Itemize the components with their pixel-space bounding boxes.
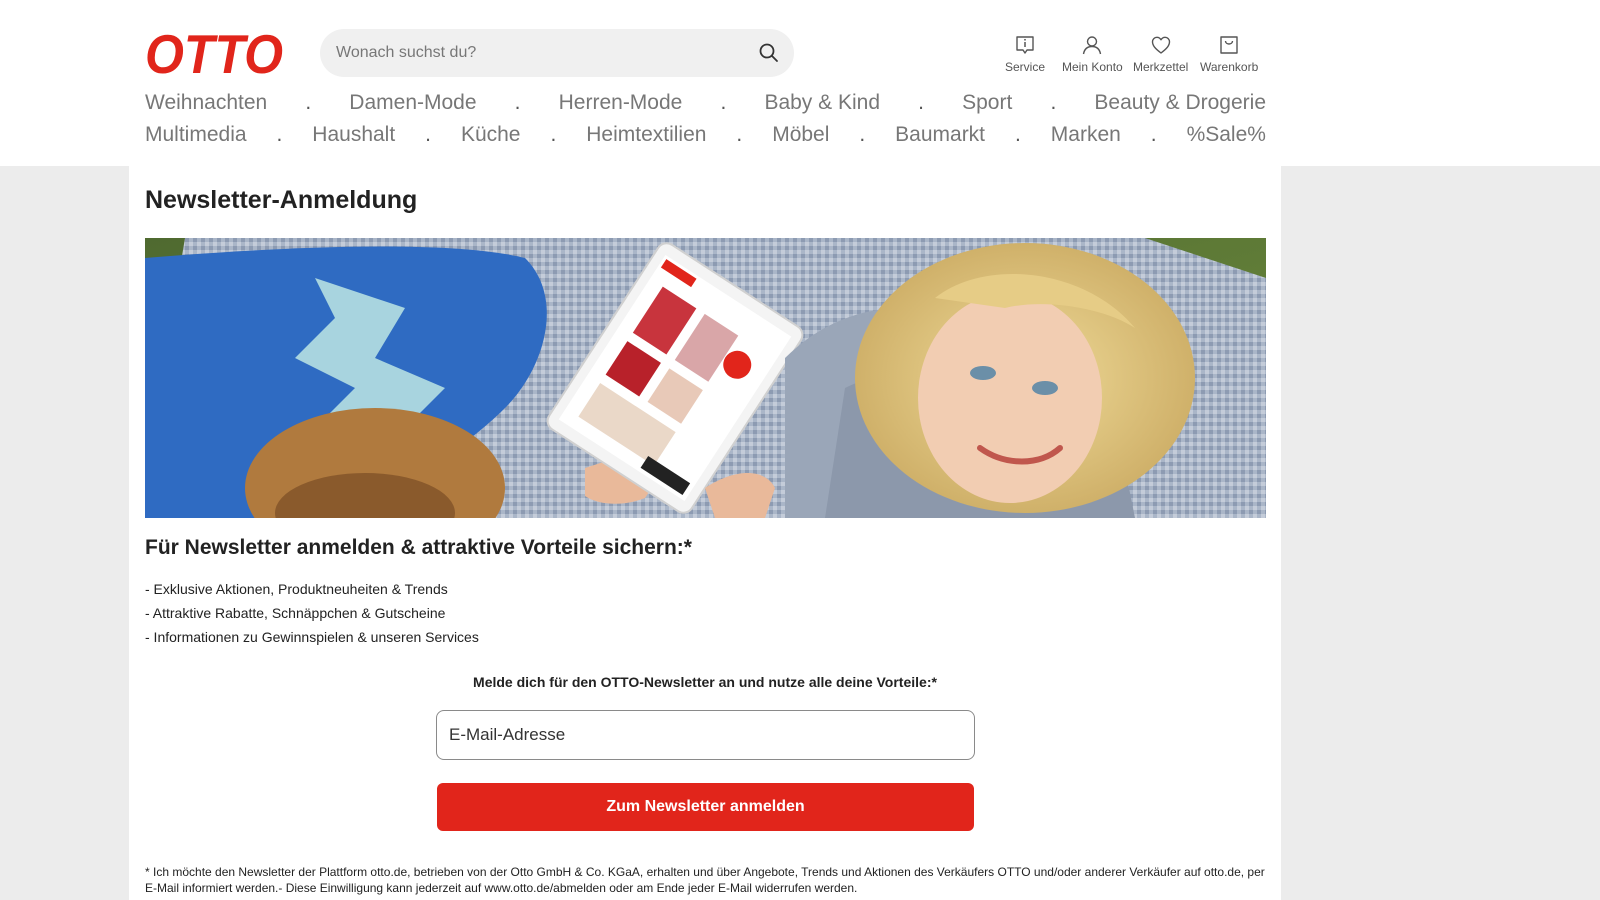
service-info-icon	[1016, 36, 1034, 54]
search-icon[interactable]	[758, 42, 780, 64]
category-separator: .	[720, 91, 727, 114]
search-input[interactable]	[336, 29, 736, 77]
logo-wordmark: OTTO	[145, 28, 283, 78]
cart-label: Warenkorb	[1200, 60, 1259, 74]
heart-icon	[1151, 36, 1170, 54]
benefit-item: - Informationen zu Gewinnspielen & unser…	[145, 629, 479, 645]
category-separator: .	[550, 123, 557, 146]
category-separator: .	[305, 91, 312, 114]
category-separator: .	[1050, 91, 1057, 114]
search-bar	[320, 29, 794, 77]
benefits-title: Für Newsletter anmelden & attraktive Vor…	[145, 536, 692, 559]
consent-disclaimer: * Ich möchte den Newsletter der Plattfor…	[145, 865, 1265, 895]
account-link[interactable]: Mein Konto	[1062, 34, 1123, 74]
category-separator: .	[514, 91, 521, 114]
main-content: Newsletter-Anmeldung Für Newsletter anme…	[129, 166, 1281, 900]
category-marken[interactable]: Marken	[1051, 123, 1121, 147]
category-beauty-drogerie[interactable]: Beauty & Drogerie	[1094, 91, 1266, 115]
service-link[interactable]: Service	[1005, 34, 1045, 74]
category-nav-row-2: Multimedia . Haushalt . Küche . Heimtext…	[145, 123, 1266, 147]
shopping-bag-icon	[1220, 36, 1238, 54]
category-sport[interactable]: Sport	[962, 91, 1012, 115]
otto-logo-graphic: OTTO	[145, 28, 283, 78]
wishlist-link[interactable]: Merkzettel	[1133, 34, 1188, 74]
hero-illustration	[145, 238, 1266, 518]
category-damen-mode[interactable]: Damen-Mode	[349, 91, 476, 115]
service-label: Service	[1005, 60, 1046, 74]
category-baumarkt[interactable]: Baumarkt	[895, 123, 985, 147]
category-weihnachten[interactable]: Weihnachten	[145, 91, 267, 115]
category-separator: .	[736, 123, 743, 146]
benefit-item: - Exklusive Aktionen, Produktneuheiten &…	[145, 581, 448, 597]
category-separator: .	[1150, 123, 1157, 146]
category-haushalt[interactable]: Haushalt	[312, 123, 395, 147]
category-nav-row-1: Weihnachten . Damen-Mode . Herren-Mode .…	[145, 91, 1266, 115]
account-label: Mein Konto	[1062, 60, 1123, 74]
category-separator: .	[276, 123, 283, 146]
hero-image	[145, 238, 1266, 518]
email-field[interactable]	[436, 710, 975, 760]
otto-logo[interactable]: OTTO	[145, 28, 285, 78]
category-herren-mode[interactable]: Herren-Mode	[559, 91, 683, 115]
category-baby-kind[interactable]: Baby & Kind	[764, 91, 880, 115]
user-icon	[1083, 36, 1102, 55]
site-header: OTTO Service Mein Konto Merkzettel	[0, 0, 1600, 166]
category-separator: .	[425, 123, 431, 146]
benefit-item: - Attraktive Rabatte, Schnäppchen & Guts…	[145, 605, 446, 621]
category-moebel[interactable]: Möbel	[772, 123, 829, 147]
category-separator: .	[918, 91, 924, 114]
category-sale[interactable]: %Sale%	[1187, 123, 1266, 147]
page-title: Newsletter-Anmeldung	[145, 186, 418, 214]
category-heimtextilien[interactable]: Heimtextilien	[586, 123, 706, 147]
category-separator: .	[859, 123, 866, 146]
category-kueche[interactable]: Küche	[461, 123, 521, 147]
subscribe-button[interactable]: Zum Newsletter anmelden	[437, 783, 974, 831]
category-separator: .	[1014, 123, 1021, 146]
benefits-list: - Exklusive Aktionen, Produktneuheiten &…	[145, 580, 479, 652]
wishlist-label: Merkzettel	[1133, 60, 1189, 74]
form-intro: Melde dich für den OTTO-Newsletter an un…	[473, 674, 937, 690]
category-multimedia[interactable]: Multimedia	[145, 123, 247, 147]
cart-link[interactable]: Warenkorb	[1200, 34, 1258, 74]
